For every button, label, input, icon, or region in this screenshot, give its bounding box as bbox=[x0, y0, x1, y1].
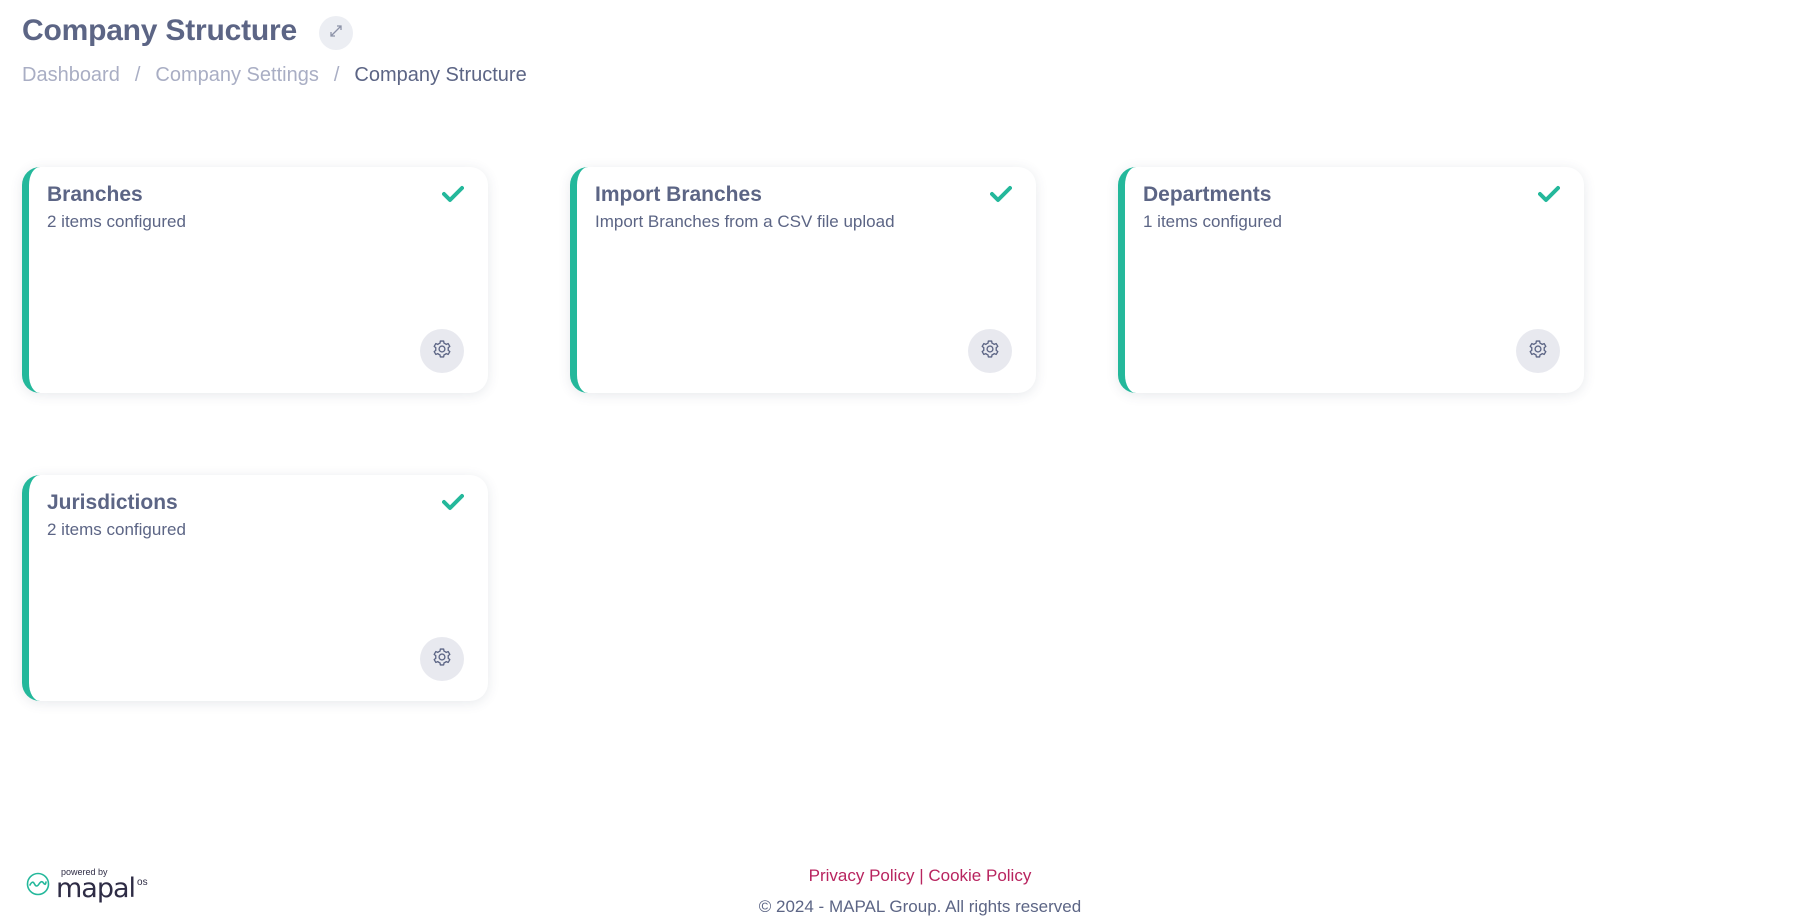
card-subtitle: 1 items configured bbox=[1143, 212, 1282, 231]
privacy-policy-link[interactable]: Privacy Policy bbox=[809, 866, 915, 885]
card-departments[interactable]: Departments 1 items configured bbox=[1118, 167, 1584, 393]
page-title: Company Structure bbox=[22, 14, 297, 47]
logo-os-suffix: os bbox=[137, 877, 148, 888]
card-title: Import Branches bbox=[595, 183, 762, 206]
breadcrumb-company-settings[interactable]: Company Settings bbox=[155, 64, 318, 87]
card-title: Departments bbox=[1143, 183, 1272, 206]
card-subtitle: 2 items configured bbox=[47, 520, 186, 539]
breadcrumb-current: Company Structure bbox=[354, 64, 527, 86]
footer-divider: | bbox=[919, 866, 924, 885]
page-header: Company Structure Dashboard / Company Se… bbox=[22, 12, 527, 87]
breadcrumb: Dashboard / Company Settings / Company S… bbox=[22, 64, 527, 87]
logo-text: powered by mapal os bbox=[56, 867, 148, 904]
footer-links: Privacy Policy | Cookie Policy bbox=[0, 866, 1808, 886]
check-icon bbox=[1538, 185, 1560, 208]
expand-button[interactable] bbox=[318, 16, 353, 50]
gear-icon bbox=[1528, 339, 1548, 364]
gear-icon bbox=[432, 339, 452, 364]
check-icon bbox=[990, 185, 1012, 208]
card-title: Branches bbox=[47, 183, 143, 206]
card-import-branches[interactable]: Import Branches Import Branches from a C… bbox=[570, 167, 1036, 393]
mapal-logo: powered by mapal os bbox=[26, 867, 148, 904]
card-title: Jurisdictions bbox=[47, 491, 178, 514]
logo-wordmark: mapal bbox=[56, 873, 136, 904]
settings-button[interactable] bbox=[420, 329, 464, 373]
breadcrumb-separator: / bbox=[333, 64, 340, 86]
card-subtitle: 2 items configured bbox=[47, 212, 186, 231]
settings-button[interactable] bbox=[968, 329, 1012, 373]
gear-icon bbox=[980, 339, 1000, 364]
copyright: © 2024 - MAPAL Group. All rights reserve… bbox=[758, 897, 1082, 916]
title-row: Company Structure bbox=[22, 12, 527, 50]
breadcrumb-dashboard[interactable]: Dashboard bbox=[22, 64, 120, 87]
check-icon bbox=[442, 185, 464, 208]
card-subtitle: Import Branches from a CSV file upload bbox=[595, 212, 895, 231]
powered-by-label: powered by bbox=[61, 867, 108, 877]
expand-icon bbox=[329, 24, 343, 43]
cookie-policy-link[interactable]: Cookie Policy bbox=[928, 866, 1031, 885]
breadcrumb-separator: / bbox=[134, 64, 141, 86]
card-jurisdictions[interactable]: Jurisdictions 2 items configured bbox=[22, 475, 488, 701]
mapal-wave-icon bbox=[26, 872, 50, 901]
check-icon bbox=[442, 493, 464, 516]
card-branches[interactable]: Branches 2 items configured bbox=[22, 167, 488, 393]
settings-button[interactable] bbox=[420, 637, 464, 681]
gear-icon bbox=[432, 647, 452, 672]
settings-button[interactable] bbox=[1516, 329, 1560, 373]
footer: Privacy Policy | Cookie Policy © 2024 - … bbox=[0, 866, 1808, 917]
